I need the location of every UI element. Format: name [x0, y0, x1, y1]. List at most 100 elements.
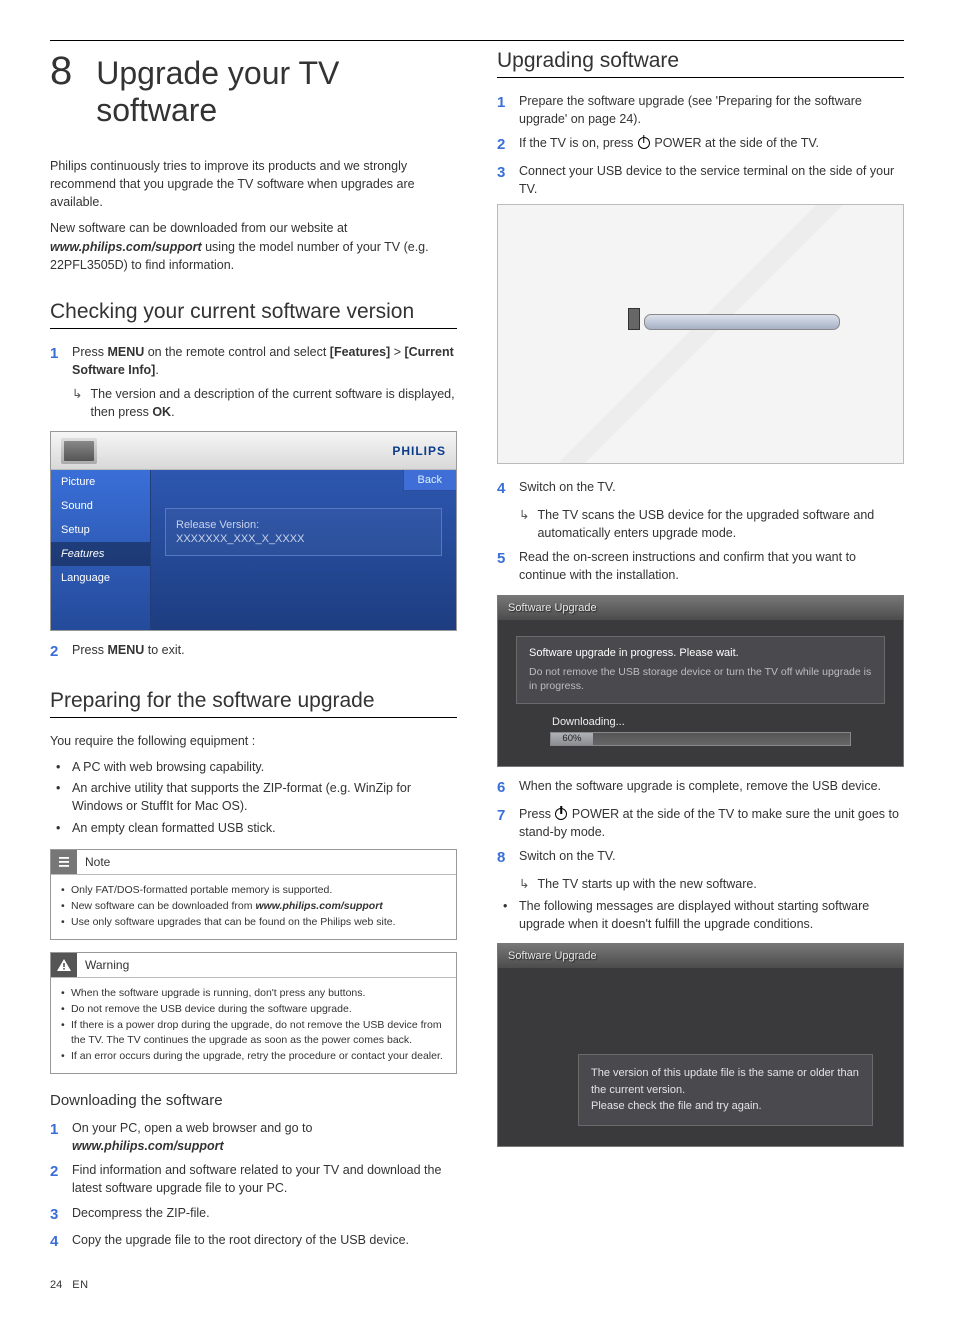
intro-paragraph-1: Philips continuously tries to improve it… [50, 157, 457, 211]
t: New software can be downloaded from [71, 900, 255, 912]
page-number: 24 [50, 1279, 62, 1291]
list-item: When the software upgrade is running, do… [61, 986, 446, 1000]
swbox-message-card: Software upgrade in progress. Please wai… [516, 636, 885, 704]
swbox-inner: Software upgrade in progress. Please wai… [498, 620, 903, 766]
section-check-version: Checking your current software version [50, 300, 457, 329]
tv-menu-topbar: PHILIPS [51, 432, 456, 470]
release-label: Release Version: [176, 519, 431, 531]
step-text: Prepare the software upgrade (see 'Prepa… [519, 92, 904, 128]
step-number: 4 [497, 478, 519, 500]
check-step-1: 1 Press MENU on the remote control and s… [50, 343, 457, 379]
download-label: Downloading... [550, 716, 851, 728]
intro2-a: New software can be downloaded from our … [50, 221, 347, 235]
list-item: An empty clean formatted USB stick. [50, 819, 457, 837]
software-upgrade-progress-box: Software Upgrade Software upgrade in pro… [497, 595, 904, 767]
step-text: Switch on the TV. [519, 847, 904, 869]
step-number: 6 [497, 777, 519, 799]
fail-msg-1: The version of this update file is the s… [591, 1065, 860, 1098]
tv-menu-main: Back Release Version: XXXXXXX_XXX_X_XXXX [151, 470, 456, 630]
t: The version and a description of the cur… [90, 387, 454, 419]
up-step-3: 3 Connect your USB device to the service… [497, 162, 904, 198]
swbox-line1: Software upgrade in progress. Please wai… [529, 647, 872, 659]
swbox-title: Software Upgrade [498, 596, 903, 620]
step-text: If the TV is on, press POWER at the side… [519, 134, 904, 156]
t: If the TV is on, press [519, 136, 637, 150]
tv-menu-item: Sound [51, 494, 150, 518]
swbox-line2: Do not remove the USB storage device or … [529, 665, 872, 693]
t: www.philips.com/support [72, 1139, 224, 1153]
step-text: Decompress the ZIP-file. [72, 1204, 457, 1226]
step-number: 3 [497, 162, 519, 198]
list-item: New software can be downloaded from www.… [61, 899, 446, 913]
step-number: 5 [497, 548, 519, 584]
list-item: A PC with web browsing capability. [50, 758, 457, 776]
power-icon [638, 137, 650, 149]
dl-step-2: 2 Find information and software related … [50, 1161, 457, 1197]
swbox-inner: The version of this update file is the s… [498, 968, 903, 1146]
equipment-list: A PC with web browsing capability. An ar… [50, 758, 457, 837]
release-value: XXXXXXX_XXX_X_XXXX [176, 533, 431, 545]
section-preparing: Preparing for the software upgrade [50, 689, 457, 718]
step-text: Press MENU on the remote control and sel… [72, 343, 457, 379]
page-columns: 8 Upgrade your TV software Philips conti… [50, 49, 904, 1291]
t: . [171, 405, 174, 419]
step-text: Switch on the TV. [519, 478, 904, 500]
page-footer: 24 EN [50, 1279, 457, 1291]
left-column: 8 Upgrade your TV software Philips conti… [50, 49, 457, 1291]
list-item: Do not remove the USB device during the … [61, 1002, 446, 1016]
up-step-2: 2 If the TV is on, press POWER at the si… [497, 134, 904, 156]
tv-menu-item: Setup [51, 518, 150, 542]
t: The TV scans the USB device for the upgr… [537, 506, 904, 542]
chapter-heading: 8 Upgrade your TV software [50, 49, 457, 129]
step-text: When the software upgrade is complete, r… [519, 777, 904, 799]
t: www.philips.com/support [255, 900, 382, 912]
tv-menu-screenshot: PHILIPS Picture Sound Setup Features Lan… [50, 431, 457, 631]
progress-bar: 60% [550, 732, 851, 746]
warning-callout: Warning When the software upgrade is run… [50, 952, 457, 1074]
check-step-2: 2 Press MENU to exit. [50, 641, 457, 663]
t: [Features] [330, 345, 390, 359]
step-text: Press MENU to exit. [72, 641, 457, 663]
step-number: 2 [497, 134, 519, 156]
note-label: Note [77, 855, 110, 869]
note-items: Only FAT/DOS-formatted portable memory i… [51, 874, 456, 940]
swbox-download: Downloading... 60% [550, 716, 851, 746]
tv-version-card: Release Version: XXXXXXX_XXX_X_XXXX [165, 508, 442, 556]
chapter-number: 8 [50, 49, 72, 94]
t: Press [519, 807, 554, 821]
up-step-7: 7 Press POWER at the side of the TV to m… [497, 805, 904, 841]
tv-menu-item-active: Features [51, 542, 150, 566]
list-item: An archive utility that supports the ZIP… [50, 779, 457, 815]
t: MENU [107, 345, 144, 359]
note-callout: Note Only FAT/DOS-formatted portable mem… [50, 849, 457, 941]
up-step-6: 6 When the software upgrade is complete,… [497, 777, 904, 799]
step-text: Find information and software related to… [72, 1161, 457, 1197]
step-number: 1 [50, 1119, 72, 1155]
step-number: 1 [497, 92, 519, 128]
list-item: If an error occurs during the upgrade, r… [61, 1049, 446, 1063]
tv-menu-body: Picture Sound Setup Features Language Ba… [51, 470, 456, 630]
t: on the remote control and select [144, 345, 330, 359]
step-text: Press POWER at the side of the TV to mak… [519, 805, 904, 841]
up-step-1: 1 Prepare the software upgrade (see 'Pre… [497, 92, 904, 128]
dl-step-1: 1 On your PC, open a web browser and go … [50, 1119, 457, 1155]
up-step-8-sub: The TV starts up with the new software. [519, 875, 904, 893]
fail-msg-2: Please check the file and try again. [591, 1098, 860, 1115]
t: POWER at the side of the TV to make sure… [519, 807, 899, 839]
page-top-rule [50, 40, 904, 41]
step-number: 2 [50, 641, 72, 663]
check-step-1-sub: The version and a description of the cur… [72, 385, 457, 421]
up-step-8: 8 Switch on the TV. [497, 847, 904, 869]
list-item: If there is a power drop during the upgr… [61, 1018, 446, 1046]
list-item: The following messages are displayed wit… [497, 897, 904, 933]
t: On your PC, open a web browser and go to [72, 1121, 312, 1135]
list-item: Only FAT/DOS-formatted portable memory i… [61, 883, 446, 897]
step-number: 1 [50, 343, 72, 379]
t: The version and a description of the cur… [90, 385, 457, 421]
progress-fill: 60% [551, 733, 593, 745]
warning-items: When the software upgrade is running, do… [51, 977, 456, 1073]
list-item: Use only software upgrades that can be f… [61, 915, 446, 929]
up-step-5: 5 Read the on-screen instructions and co… [497, 548, 904, 584]
chapter-title: Upgrade your TV software [96, 55, 457, 129]
t: Press [72, 643, 107, 657]
